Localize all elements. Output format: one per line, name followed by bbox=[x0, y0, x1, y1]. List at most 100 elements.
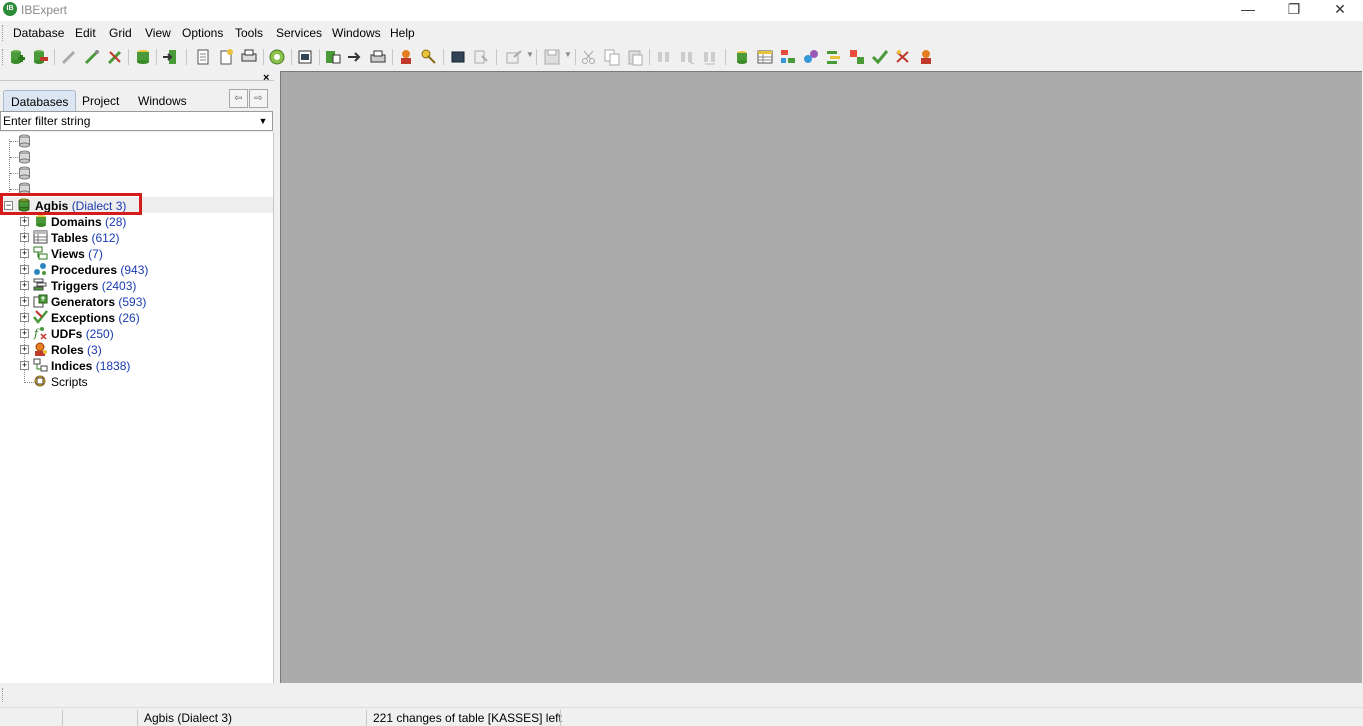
open-window-icon[interactable] bbox=[505, 48, 523, 66]
blob-viewer-icon[interactable] bbox=[449, 48, 467, 66]
grant-manager-icon[interactable] bbox=[420, 48, 438, 66]
export-data-icon[interactable] bbox=[346, 48, 364, 66]
unregister-database-icon[interactable] bbox=[31, 48, 49, 66]
status-bar: Agbis (Dialect 3) 221 changes of table [… bbox=[0, 707, 1363, 726]
view-icon bbox=[33, 246, 48, 260]
tree-node-exceptions[interactable]: + Exceptions (26) bbox=[20, 310, 190, 326]
expand-toggle[interactable]: + bbox=[20, 233, 29, 242]
new-trigger-icon[interactable] bbox=[825, 48, 843, 66]
tree-node-roles[interactable]: + Roles (3) bbox=[20, 342, 180, 358]
expand-toggle[interactable]: + bbox=[20, 217, 29, 226]
restore-button[interactable]: ❐ bbox=[1271, 0, 1317, 21]
minimize-button[interactable]: — bbox=[1225, 0, 1271, 21]
close-button[interactable]: ✕ bbox=[1317, 0, 1363, 21]
tree-node-tables[interactable]: + Tables (612) bbox=[20, 230, 180, 246]
open-document-icon[interactable] bbox=[217, 48, 235, 66]
save-icon[interactable] bbox=[543, 48, 561, 66]
toolbar-grip[interactable] bbox=[2, 49, 5, 65]
extract-metadata-icon[interactable] bbox=[324, 48, 342, 66]
new-domain-icon[interactable] bbox=[733, 48, 751, 66]
tree-connector bbox=[9, 139, 10, 196]
tree-node-triggers[interactable]: + Triggers (2403) bbox=[20, 278, 180, 294]
expand-toggle[interactable]: + bbox=[20, 297, 29, 306]
menu-services[interactable]: Services bbox=[276, 26, 322, 40]
new-view-icon[interactable] bbox=[779, 48, 797, 66]
expand-toggle[interactable]: + bbox=[20, 329, 29, 338]
bottom-grip[interactable] bbox=[2, 688, 5, 702]
tree-node-views[interactable]: + Views (7) bbox=[20, 246, 180, 262]
filter-dropdown-icon[interactable]: ▼ bbox=[255, 113, 271, 129]
tab-scroll-left-button[interactable]: ⇦ bbox=[229, 89, 248, 108]
new-role-icon[interactable] bbox=[917, 48, 935, 66]
filter-combobox[interactable]: ▼ bbox=[0, 111, 273, 131]
find-icon[interactable] bbox=[655, 48, 673, 66]
toolbar-separator bbox=[319, 49, 320, 65]
node-label: Roles bbox=[51, 343, 84, 357]
expand-toggle[interactable]: + bbox=[20, 345, 29, 354]
exit-icon[interactable] bbox=[161, 48, 179, 66]
replace-icon[interactable] bbox=[701, 48, 719, 66]
register-database-icon[interactable] bbox=[8, 48, 26, 66]
mdi-workspace[interactable] bbox=[280, 71, 1362, 683]
role-icon bbox=[35, 342, 47, 356]
reconnect-icon[interactable] bbox=[83, 48, 101, 66]
tab-databases[interactable]: Databases bbox=[3, 90, 77, 111]
filter-input[interactable] bbox=[2, 113, 252, 129]
new-generator-icon[interactable] bbox=[848, 48, 866, 66]
menu-view[interactable]: View bbox=[145, 26, 171, 40]
edit-disabled-icon[interactable] bbox=[472, 48, 490, 66]
print-preview-icon[interactable] bbox=[240, 48, 258, 66]
script-executive-icon[interactable] bbox=[296, 48, 314, 66]
print-icon[interactable] bbox=[369, 48, 387, 66]
new-udf-icon[interactable] bbox=[894, 48, 912, 66]
database-icon[interactable] bbox=[18, 134, 31, 148]
save-dropdown-icon[interactable]: ▼ bbox=[564, 50, 572, 59]
new-document-icon[interactable] bbox=[194, 48, 212, 66]
menu-database[interactable]: Database bbox=[13, 26, 64, 40]
new-procedure-icon[interactable] bbox=[802, 48, 820, 66]
copy-icon[interactable] bbox=[603, 48, 621, 66]
menu-help[interactable]: Help bbox=[390, 26, 415, 40]
menu-tools[interactable]: Tools bbox=[235, 26, 263, 40]
node-label: Domains bbox=[51, 215, 102, 229]
tree-node-scripts[interactable]: Scripts bbox=[20, 374, 180, 390]
sql-editor-icon[interactable] bbox=[268, 48, 286, 66]
database-icon[interactable] bbox=[18, 166, 31, 180]
open-window-dropdown-icon[interactable]: ▼ bbox=[526, 50, 534, 59]
node-count: (250) bbox=[85, 327, 114, 341]
menu-edit[interactable]: Edit bbox=[75, 26, 96, 40]
menu-grip[interactable] bbox=[2, 25, 5, 41]
tree-node-domains[interactable]: + Domains (28) bbox=[20, 214, 180, 230]
paste-icon[interactable] bbox=[626, 48, 644, 66]
database-icon[interactable] bbox=[18, 150, 31, 164]
menu-options[interactable]: Options bbox=[182, 26, 223, 40]
tab-windows[interactable]: Windows bbox=[131, 90, 194, 111]
menu-windows[interactable]: Windows bbox=[332, 26, 381, 40]
expand-toggle[interactable]: + bbox=[20, 361, 29, 370]
expand-toggle[interactable]: + bbox=[20, 265, 29, 274]
expand-toggle[interactable]: + bbox=[20, 281, 29, 290]
expand-toggle[interactable]: + bbox=[20, 313, 29, 322]
tree-node-procedures[interactable]: + Procedures (943) bbox=[20, 262, 190, 278]
user-manager-icon[interactable] bbox=[397, 48, 415, 66]
toolbar-separator bbox=[649, 49, 650, 65]
panel-close-button[interactable]: × bbox=[263, 72, 269, 84]
tab-project[interactable]: Project bbox=[75, 90, 126, 111]
tab-scroll-right-button[interactable]: ⇨ bbox=[249, 89, 268, 108]
tree-node-indices[interactable]: + Indices (1838) bbox=[20, 358, 190, 374]
connect-icon[interactable] bbox=[60, 48, 78, 66]
menu-grid[interactable]: Grid bbox=[109, 26, 132, 40]
toolbar-separator bbox=[536, 49, 537, 65]
expand-toggle[interactable]: + bbox=[20, 249, 29, 258]
new-exception-icon[interactable] bbox=[871, 48, 889, 66]
toolbar-separator bbox=[443, 49, 444, 65]
database-info-icon[interactable] bbox=[134, 48, 152, 66]
tree-node-generators[interactable]: + Generators (593) bbox=[20, 294, 190, 310]
app-logo-icon: IB bbox=[3, 2, 17, 16]
disconnect-icon[interactable] bbox=[106, 48, 124, 66]
node-count: (943) bbox=[120, 263, 149, 277]
find-next-icon[interactable] bbox=[678, 48, 696, 66]
cut-icon[interactable] bbox=[580, 48, 598, 66]
tree-node-udfs[interactable]: + f UDFs (250) bbox=[20, 326, 180, 342]
new-table-icon[interactable] bbox=[756, 48, 774, 66]
